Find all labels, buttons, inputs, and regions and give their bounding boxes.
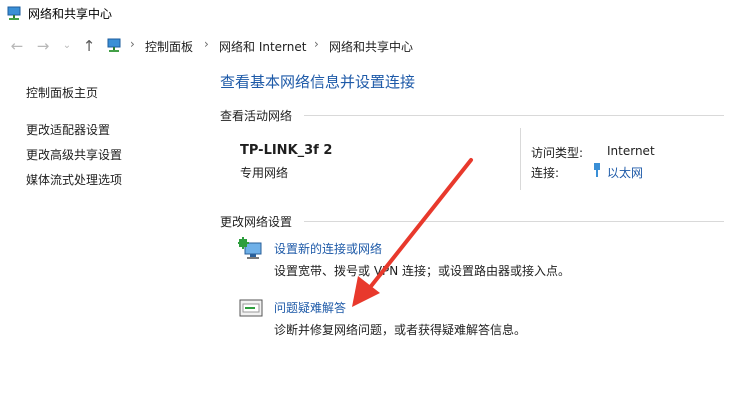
ethernet-connection-link[interactable]: 以太网 xyxy=(607,164,643,181)
change-settings-heading: 更改网络设置 xyxy=(220,215,293,229)
setup-new-connection-link[interactable]: 设置新的连接或网络 xyxy=(274,240,382,257)
up-arrow-icon[interactable]: ↑ xyxy=(80,37,98,55)
breadcrumb-sharing-center[interactable]: 网络和共享中心 xyxy=(329,38,413,55)
forward-arrow-icon[interactable]: → xyxy=(34,37,52,55)
troubleshoot-icon xyxy=(239,299,263,317)
sidebar-item-control-panel-home[interactable]: 控制面板主页 xyxy=(26,84,98,101)
breadcrumb-control-panel[interactable]: 控制面板 xyxy=(145,38,193,55)
ethernet-icon xyxy=(594,163,600,177)
sidebar-item-advanced-sharing[interactable]: 更改高级共享设置 xyxy=(26,146,122,163)
breadcrumb-separator: › xyxy=(204,37,209,51)
page-title: 查看基本网络信息并设置连接 xyxy=(220,73,416,91)
troubleshoot-link[interactable]: 问题疑难解答 xyxy=(274,299,346,316)
setup-new-connection-desc: 设置宽带、拨号或 VPN 连接；或设置路由器或接入点。 xyxy=(274,264,571,278)
vertical-divider xyxy=(520,128,521,190)
sidebar-item-media-streaming[interactable]: 媒体流式处理选项 xyxy=(26,171,122,188)
active-networks-heading: 查看活动网络 xyxy=(220,109,293,123)
breadcrumb-separator: › xyxy=(130,37,135,51)
chevron-down-icon[interactable]: ⌄ xyxy=(58,37,76,55)
back-arrow-icon[interactable]: ← xyxy=(8,37,26,55)
access-type-value: Internet xyxy=(607,144,655,158)
network-name: TP-LINK_3f 2 xyxy=(240,143,333,158)
connection-label: 连接: xyxy=(531,166,560,180)
divider xyxy=(304,115,724,116)
breadcrumb-separator: › xyxy=(314,37,319,51)
breadcrumb-network-internet[interactable]: 网络和 Internet xyxy=(219,38,306,55)
window-title: 网络和共享中心 xyxy=(28,7,113,21)
network-center-icon xyxy=(7,6,21,20)
divider xyxy=(304,221,724,222)
troubleshoot-desc: 诊断并修复网络问题，或者获得疑难解答信息。 xyxy=(274,323,527,337)
access-type-label: 访问类型: xyxy=(531,146,584,160)
new-connection-icon xyxy=(238,237,262,259)
network-center-icon xyxy=(107,38,121,52)
network-type: 专用网络 xyxy=(240,166,289,180)
sidebar-item-adapter-settings[interactable]: 更改适配器设置 xyxy=(26,121,110,138)
